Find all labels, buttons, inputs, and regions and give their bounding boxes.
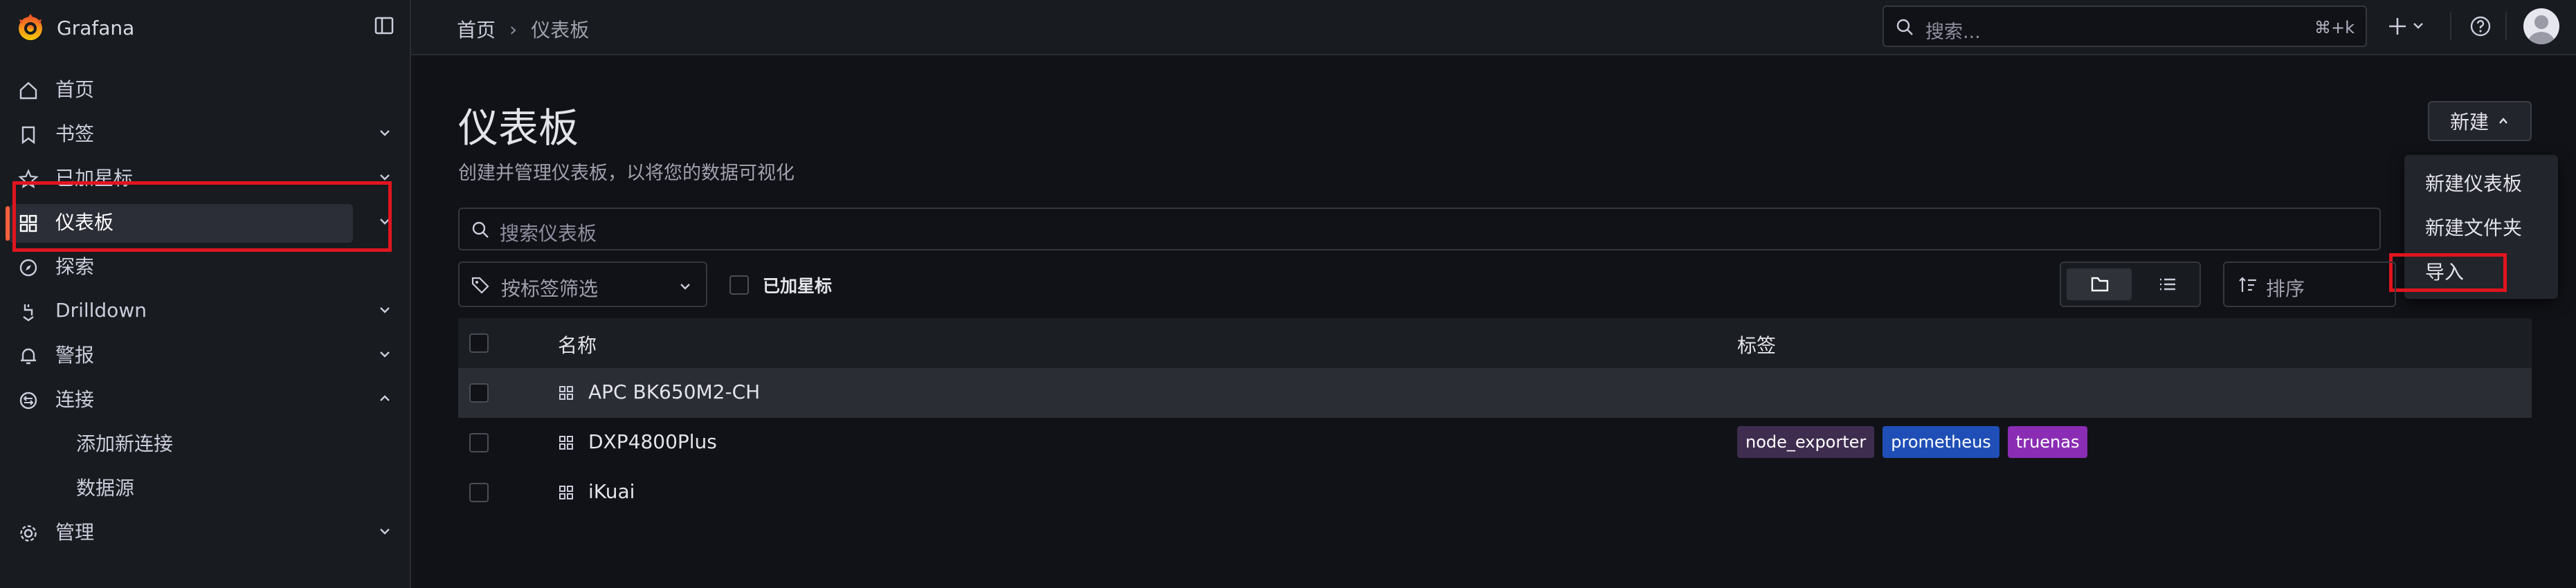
grafana-logo-icon (19, 14, 42, 40)
chevron-down-icon[interactable] (378, 347, 392, 361)
nav-item-label: 首页 (55, 78, 95, 101)
breadcrumb-home[interactable]: 首页 (457, 15, 496, 43)
help-icon[interactable] (2469, 15, 2492, 37)
chevron-down-icon[interactable] (378, 126, 392, 140)
nav-item-label: 数据源 (76, 477, 135, 499)
annotation-highlight-dashboards (12, 181, 392, 252)
list-view-button[interactable] (2137, 268, 2197, 300)
folder-icon (2091, 277, 2109, 292)
sort-select[interactable]: 排序 (2223, 261, 2396, 307)
bookmark-icon (21, 126, 35, 145)
row-checkbox[interactable] (469, 433, 489, 452)
starred-filter[interactable]: 已加星标 (729, 273, 832, 297)
starred-label: 已加星标 (763, 276, 833, 296)
tag-badge[interactable]: prometheus (1883, 426, 1999, 458)
chevron-down-icon[interactable] (378, 524, 392, 538)
compass-icon (19, 259, 37, 277)
tag-list: node_exporter prometheus truenas (1737, 426, 2088, 458)
tag-icon (471, 277, 489, 294)
dashboard-search-placeholder: 搜索仪表板 (500, 222, 597, 245)
column-header-name: 名称 (558, 334, 597, 357)
page-title: 仪表板 (458, 104, 579, 151)
menu-item-new-dashboard[interactable]: 新建仪表板 (2425, 169, 2522, 196)
annotation-highlight-import (2389, 253, 2507, 292)
home-icon (19, 82, 37, 100)
table-row[interactable]: APC BK650M2-CH (458, 368, 2532, 418)
chevron-up-icon (2499, 118, 2507, 124)
avatar[interactable] (2523, 8, 2559, 44)
nav-item-label: 管理 (55, 521, 95, 544)
nav-item-connections[interactable]: 连接 (0, 376, 411, 421)
dashboard-table: 名称 标签 APC BK650M2-CH DXP4800Plus node_ex… (458, 318, 2532, 517)
search-shortcut: ⌘+k (2314, 18, 2355, 37)
select-all-checkbox[interactable] (469, 333, 489, 353)
nav-item-label: 连接 (55, 388, 95, 411)
chevron-down-icon[interactable] (378, 303, 392, 317)
chevron-down-icon (680, 284, 690, 290)
top-bar: 首页 › 仪表板 搜索... ⌘+k (411, 0, 2576, 55)
nav-item-alerting[interactable]: 警报 (0, 332, 411, 376)
nav-item-data-sources[interactable]: 数据源 (0, 465, 411, 509)
sort-placeholder: 排序 (2266, 277, 2305, 300)
tag-filter-placeholder: 按标签筛选 (501, 277, 599, 300)
tag-filter-select[interactable]: 按标签筛选 (458, 261, 707, 307)
dashboard-name[interactable]: iKuai (588, 480, 635, 503)
sidebar: Grafana 首页 书签 已加星标 仪表板 探索 Drilldown 警报 连… (0, 0, 411, 588)
list-icon (2160, 278, 2175, 291)
connections-icon (19, 392, 37, 410)
menu-item-new-folder[interactable]: 新建文件夹 (2425, 213, 2522, 241)
global-search[interactable]: 搜索... ⌘+k (1883, 6, 2367, 47)
nav-item-label: 警报 (55, 344, 95, 367)
sort-icon (2239, 277, 2256, 292)
folder-view-button[interactable] (2067, 268, 2132, 300)
starred-checkbox[interactable] (729, 275, 749, 295)
nav-item-label: 书签 (55, 122, 95, 145)
toolbar-divider (2450, 12, 2451, 40)
breadcrumb-separator: › (509, 17, 518, 41)
nav-item-label: 探索 (55, 255, 95, 278)
table-row[interactable]: DXP4800Plus node_exporter prometheus tru… (458, 418, 2532, 468)
breadcrumb: 首页 › 仪表板 (457, 15, 589, 43)
nav-item-administration[interactable]: 管理 (0, 509, 411, 553)
column-header-tags: 标签 (1737, 334, 1777, 357)
dashboard-icon (559, 436, 573, 450)
drilldown-icon (23, 304, 34, 322)
dashboard-icon (559, 386, 573, 400)
new-button[interactable]: 新建 (2428, 101, 2532, 141)
dashboard-search[interactable]: 搜索仪表板 (458, 208, 2381, 250)
nav-item-label: Drilldown (55, 298, 147, 322)
brand[interactable]: Grafana (15, 10, 134, 46)
table-row[interactable]: iKuai (458, 468, 2532, 517)
page-subtitle: 创建并管理仪表板，以将您的数据可视化 (458, 163, 795, 184)
gear-icon (20, 525, 37, 542)
row-checkbox[interactable] (469, 483, 489, 502)
search-icon (1896, 19, 1913, 35)
tag-badge[interactable]: truenas (2007, 426, 2088, 458)
tag-badge[interactable]: node_exporter (1737, 426, 1875, 458)
dashboard-icon (559, 486, 573, 499)
user-avatar-icon (2528, 15, 2555, 44)
toolbar-divider (2505, 12, 2507, 40)
dock-menu-icon[interactable] (374, 15, 394, 36)
dashboard-name[interactable]: APC BK650M2-CH (588, 380, 760, 403)
nav-menu: 首页 书签 已加星标 仪表板 探索 Drilldown 警报 连接 添加新连接 … (0, 66, 411, 553)
nav-item-drilldown[interactable]: Drilldown (0, 288, 411, 332)
nav-item-add-connection[interactable]: 添加新连接 (0, 421, 411, 465)
nav-item-bookmarks[interactable]: 书签 (0, 111, 411, 155)
table-header: 名称 标签 (458, 318, 2532, 368)
view-toggle (2060, 261, 2201, 307)
add-new-icon[interactable] (2388, 14, 2431, 39)
row-checkbox[interactable] (469, 383, 489, 403)
nav-item-label: 添加新连接 (76, 432, 174, 455)
new-button-label: 新建 (2449, 111, 2489, 134)
breadcrumb-current: 仪表板 (531, 19, 590, 42)
app-name: Grafana (57, 16, 135, 39)
dashboard-name[interactable]: DXP4800Plus (588, 430, 717, 453)
search-icon (472, 221, 489, 238)
bell-icon (21, 348, 36, 365)
nav-item-home[interactable]: 首页 (0, 66, 411, 111)
global-search-placeholder: 搜索... (1925, 21, 1981, 43)
chevron-up-icon[interactable] (378, 392, 392, 405)
active-indicator (6, 206, 10, 241)
